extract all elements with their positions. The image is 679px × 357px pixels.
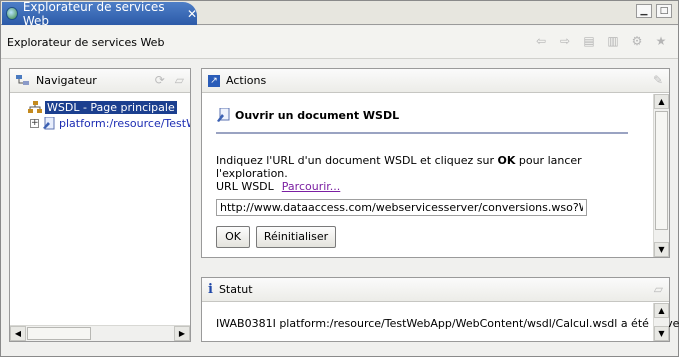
wsdl-url-input[interactable] xyxy=(216,199,587,216)
tab-title: Explorateur de services Web xyxy=(22,0,165,28)
scroll-thumb[interactable] xyxy=(655,111,668,230)
forward-arrow-icon[interactable]: ⇨ xyxy=(558,34,572,48)
scroll-down-icon[interactable]: ▼ xyxy=(654,242,669,257)
maximize-button[interactable]: □ xyxy=(656,4,672,18)
navigator-tree: WSDL - Page principale + platform:/resou… xyxy=(10,94,190,325)
minimize-button[interactable]: ▁ xyxy=(636,4,652,18)
scroll-thumb[interactable] xyxy=(27,327,91,340)
vertical-scrollbar[interactable]: ▲ ▼ xyxy=(653,94,669,257)
open-wsdl-icon xyxy=(217,108,230,122)
status-title: Statut xyxy=(218,283,253,296)
globe-icon xyxy=(6,7,18,20)
instruction-text: Indiquez l'URL d'un document WSDL et cli… xyxy=(216,154,582,180)
tree-item-wsdl-resource[interactable]: + platform:/resource/TestWe xyxy=(30,117,190,130)
window-controls: ▁ □ xyxy=(636,4,672,18)
actions-icon: ↗ xyxy=(208,74,220,87)
scroll-up-icon[interactable]: ▲ xyxy=(654,94,669,109)
vertical-scrollbar[interactable]: ▲ ▼ xyxy=(653,303,669,341)
eraser-icon[interactable]: ▱ xyxy=(175,73,184,87)
url-label: URL WSDL xyxy=(216,180,274,193)
page-title: Explorateur de services Web xyxy=(7,36,165,49)
ok-button[interactable]: OK xyxy=(216,226,250,248)
browse-link[interactable]: Parcourir... xyxy=(282,180,341,193)
document-icon[interactable]: ▤ xyxy=(582,34,596,48)
status-header: i Statut ▱ xyxy=(202,278,669,302)
tab-strip: Explorateur de services Web ✕ ▁ □ xyxy=(1,0,678,28)
reset-button[interactable]: Réinitialiser xyxy=(256,226,336,248)
expand-icon[interactable]: + xyxy=(30,119,39,128)
tab-web-services-explorer[interactable]: Explorateur de services Web ✕ xyxy=(2,0,197,28)
page-header: Explorateur de services Web ⇦ ⇨ ▤ ▥ ⚙ ★ xyxy=(1,26,678,59)
scroll-down-icon[interactable]: ▼ xyxy=(654,326,669,341)
wsdl-tree-icon xyxy=(28,101,42,113)
scroll-up-icon[interactable]: ▲ xyxy=(654,303,669,318)
document-settings-icon[interactable]: ▥ xyxy=(606,34,620,48)
star-icon[interactable]: ★ xyxy=(654,34,668,48)
navigator-header: Navigateur ⟳ ▱ xyxy=(10,69,190,93)
status-message: IWAB0381I platform:/resource/TestWebApp/… xyxy=(216,317,679,330)
back-arrow-icon[interactable]: ⇦ xyxy=(534,34,548,48)
close-icon[interactable]: ✕ xyxy=(187,7,197,21)
wsdl-action-icon[interactable]: ✎ xyxy=(653,73,663,87)
uddi-icon[interactable]: ⚙ xyxy=(630,34,644,48)
section-title: Ouvrir un document WSDL xyxy=(216,108,399,122)
section-title-text: Ouvrir un document WSDL xyxy=(235,108,400,122)
navigator-title: Navigateur xyxy=(36,74,97,87)
tree-item-label: platform:/resource/TestWe xyxy=(59,117,190,130)
refresh-icon[interactable]: ⟳ xyxy=(155,73,165,87)
actions-panel: ↗ Actions ✎ Ouvrir un document WSDL Indi… xyxy=(201,68,670,258)
tree-item-label: WSDL - Page principale xyxy=(45,101,177,114)
window-frame: Explorateur de services Web ✕ ▁ □ Explor… xyxy=(0,0,679,357)
actions-body: Ouvrir un document WSDL Indiquez l'URL d… xyxy=(202,94,653,257)
info-icon: i xyxy=(208,282,213,297)
section-divider xyxy=(216,132,628,134)
wsdl-document-icon xyxy=(43,117,55,130)
actions-header: ↗ Actions ✎ xyxy=(202,69,669,93)
scroll-right-icon[interactable]: ▶ xyxy=(174,326,190,341)
tree-item-wsdl-main[interactable]: WSDL - Page principale xyxy=(28,101,177,114)
navigator-panel: Navigateur ⟳ ▱ WSDL - Page principale + xyxy=(9,68,191,342)
eraser-icon[interactable]: ▱ xyxy=(654,282,663,296)
url-row: URL WSDL Parcourir... xyxy=(216,180,340,193)
navigator-icon xyxy=(16,75,29,85)
horizontal-scrollbar[interactable]: ◀ ▶ xyxy=(10,325,190,341)
scroll-left-icon[interactable]: ◀ xyxy=(10,326,26,341)
status-panel: i Statut ▱ IWAB0381I platform:/resource/… xyxy=(201,277,679,342)
toolbar: ⇦ ⇨ ▤ ▥ ⚙ ★ xyxy=(534,34,668,48)
actions-title: Actions xyxy=(226,74,267,87)
